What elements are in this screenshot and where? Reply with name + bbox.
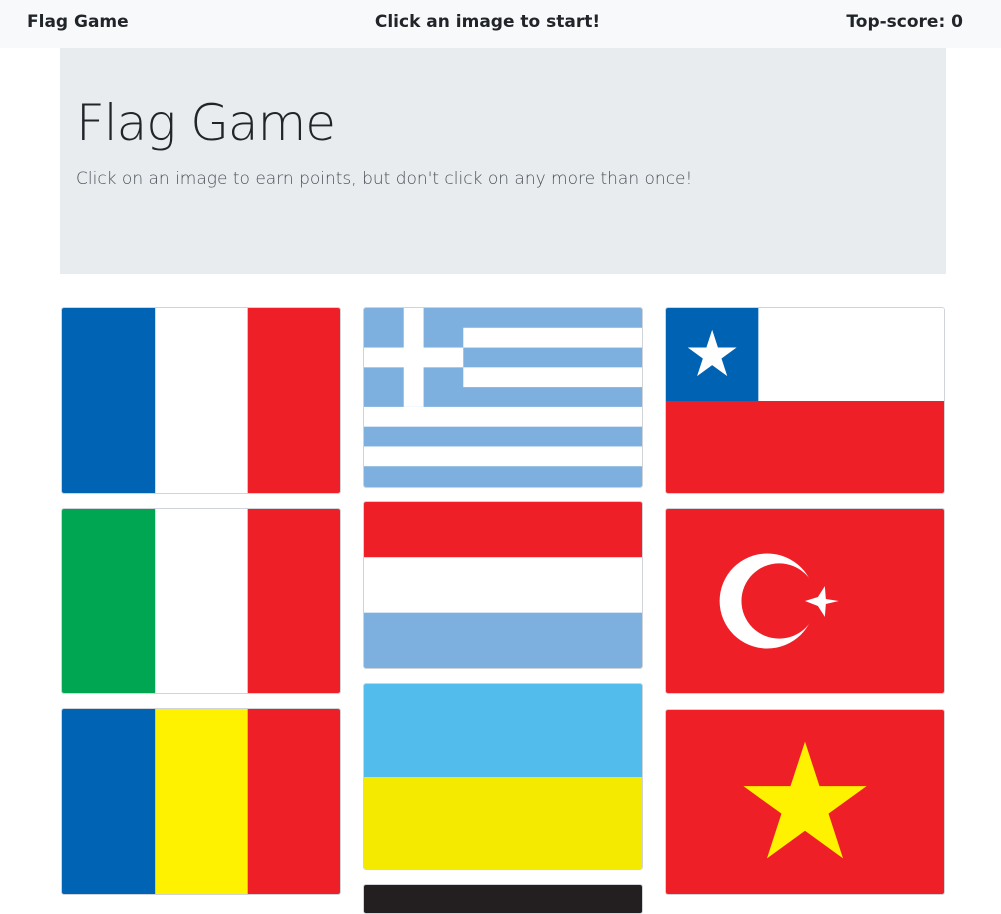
header-jumbotron: Flag Game Click on an image to earn poin… — [60, 48, 946, 274]
game-status: Click an image to start! — [374, 12, 601, 32]
flag-card-france[interactable] — [61, 307, 341, 494]
italy-flag-icon — [62, 509, 340, 693]
france-flag-icon — [62, 308, 340, 493]
navbar: Flag Game Click an image to start! Top-s… — [0, 0, 1001, 48]
flag-card-vietnam[interactable] — [665, 709, 945, 895]
flag-card-dark[interactable] — [363, 884, 643, 914]
ukraine-flag-icon — [364, 684, 642, 869]
paraguay-flag-icon — [364, 502, 642, 668]
flag-card-turkey[interactable] — [665, 508, 945, 694]
page-subtitle: Click on an image to earn points, but do… — [76, 169, 693, 189]
flag-card-paraguay[interactable] — [363, 501, 643, 669]
romania-flag-icon — [62, 709, 340, 894]
vietnam-flag-icon — [666, 710, 944, 894]
top-score: Top-score: 0 — [846, 12, 963, 32]
page-title: Flag Game — [76, 94, 336, 152]
flag-card-italy[interactable] — [61, 508, 341, 694]
flag-card-chile[interactable] — [665, 307, 945, 494]
turkey-flag-icon — [666, 509, 944, 693]
flag-card-ukraine[interactable] — [363, 683, 643, 870]
greece-flag-icon — [364, 308, 642, 487]
flag-card-romania[interactable] — [61, 708, 341, 895]
dark-flag-icon — [364, 885, 642, 913]
chile-flag-icon — [666, 308, 944, 493]
flag-card-greece[interactable] — [363, 307, 643, 488]
